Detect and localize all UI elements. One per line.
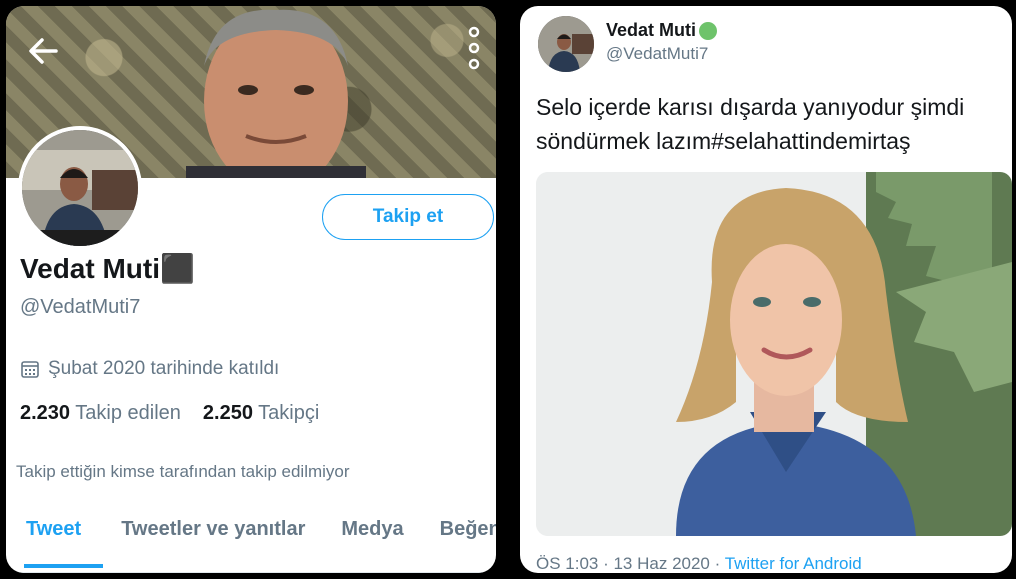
followers-label: Takipçi [258,402,320,424]
tweet-timestamp[interactable]: ÖS 1:03 · 13 Haz 2020 · [536,554,720,573]
calendar-icon [21,361,39,378]
tweet-author-name[interactable]: Vedat Muti [606,20,718,41]
avatar-photo [538,16,594,72]
tweet-text-line: Selo içerde karısı dışarda yanıyodur şim… [536,94,965,120]
tweet-photo-image [536,172,1012,536]
tweet-author-name-text: Vedat Muti [606,20,697,40]
tab-likes[interactable]: Beğen [440,506,496,568]
tweet-author-handle: @VedatMuti7 [606,44,709,63]
tweet-source-link[interactable]: Twitter for Android [725,554,862,573]
more-vertical-icon[interactable] [464,26,484,70]
following-label: Takip edilen [75,402,181,424]
tab-tweet[interactable]: Tweet [24,506,104,568]
back-arrow-icon[interactable] [26,34,60,68]
tweet-text: Selo içerde karısı dışarda yanıyodur şim… [536,90,1006,158]
tweet-meta: ÖS 1:03 · 13 Haz 2020 · Twitter for Andr… [536,554,862,573]
status-dot-icon [699,21,718,40]
profile-handle: @VedatMuti7 [20,296,141,318]
profile-panel: Takip et Vedat Muti⬛ @VedatMuti7 Şubat 2… [6,6,496,573]
tweet-photo[interactable] [536,172,1012,536]
tweet-panel: Vedat Muti @VedatMuti7 Selo içerde karıs… [520,6,1012,573]
tab-tweets-replies[interactable]: Tweetler ve yanıtlar [121,506,305,568]
profile-display-name: Vedat Muti⬛ [20,253,195,284]
follow-button[interactable]: Takip et [322,194,494,240]
follow-stats: 2.230 Takip edilen 2.250 Takipçi [20,402,319,425]
avatar-photo [22,130,138,246]
profile-avatar[interactable] [18,126,142,250]
following-link[interactable]: 2.230 Takip edilen [20,402,181,425]
banner-photo [186,9,366,178]
join-date-text: Şubat 2020 tarihinde katıldı [48,358,280,379]
tweet-author-avatar[interactable] [538,16,594,72]
join-date: Şubat 2020 tarihinde katıldı [20,358,279,380]
not-followed-note: Takip ettiğin kimse tarafından takip edi… [16,462,350,481]
following-count: 2.230 [20,402,71,424]
tab-media[interactable]: Medya [341,506,403,568]
profile-tabs: Tweet Tweetler ve yanıtlar Medya Beğen [6,506,496,573]
followers-link[interactable]: 2.250 Takipçi [203,402,319,425]
followers-count: 2.250 [202,402,253,424]
tweet-text-line: söndürmek lazım#selahattindemirtaş [536,128,911,154]
